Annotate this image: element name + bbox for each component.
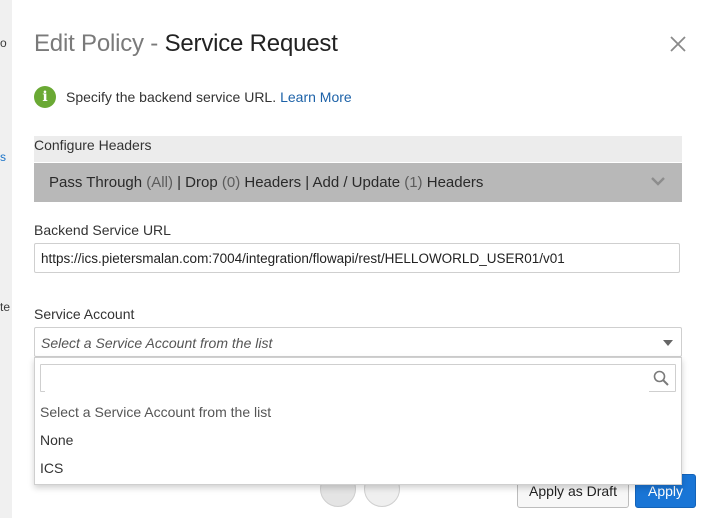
info-text: Specify the backend service URL. xyxy=(66,89,277,105)
headers-summary-part: Pass Through xyxy=(49,174,147,191)
info-message: i Specify the backend service URL. Learn… xyxy=(34,85,352,109)
service-account-select[interactable]: Select a Service Account from the list xyxy=(34,327,682,357)
close-icon xyxy=(670,36,686,52)
backend-url-label: Backend Service URL xyxy=(34,222,171,238)
background-text-fragment: te xyxy=(0,300,10,314)
background-link-fragment: s xyxy=(0,150,6,164)
headers-summary: Pass Through (All) | Drop (0) Headers | … xyxy=(49,174,483,191)
dropdown-search-input[interactable] xyxy=(45,366,649,392)
dialog-title: Edit Policy - Service Request xyxy=(34,30,338,58)
dropdown-option-ics[interactable]: ICS xyxy=(40,460,63,476)
headers-summary-part: Headers | Add / Update xyxy=(240,174,405,191)
background-text-fragment: o xyxy=(0,36,7,50)
search-icon[interactable] xyxy=(653,370,669,386)
info-icon: i xyxy=(34,86,56,108)
info-icon-glyph: i xyxy=(42,89,48,105)
close-button[interactable] xyxy=(668,34,688,54)
configure-headers-label-text: Configure Headers xyxy=(34,137,152,153)
backend-url-input[interactable]: https://ics.pietersmalan.com:7004/integr… xyxy=(34,243,680,273)
service-account-label: Service Account xyxy=(34,306,135,322)
dropdown-option-none[interactable]: None xyxy=(40,432,73,448)
headers-count-add: (1) xyxy=(404,174,423,191)
chevron-down-icon xyxy=(651,177,665,186)
service-account-selected: Select a Service Account from the list xyxy=(41,335,273,351)
service-account-dropdown: Select a Service Account from the list N… xyxy=(34,357,682,485)
headers-summary-part: Headers xyxy=(422,174,484,191)
headers-summary-part: | Drop xyxy=(172,174,222,191)
learn-more-link[interactable]: Learn More xyxy=(280,89,352,105)
caret-down-icon xyxy=(663,340,673,346)
configure-headers-accordion[interactable]: Pass Through (All) | Drop (0) Headers | … xyxy=(34,163,682,202)
edit-policy-dialog: Edit Policy - Service Request i Specify … xyxy=(12,0,708,518)
dialog-title-prefix: Edit Policy xyxy=(34,30,144,57)
configure-headers-label: Configure Headers xyxy=(34,136,682,162)
dialog-title-separator: - xyxy=(143,30,165,57)
dropdown-option-placeholder[interactable]: Select a Service Account from the list xyxy=(40,404,271,420)
headers-count-all: (All) xyxy=(146,174,173,191)
dropdown-search-box xyxy=(40,364,676,392)
dialog-title-main: Service Request xyxy=(164,30,338,57)
headers-count-drop: (0) xyxy=(221,174,241,191)
